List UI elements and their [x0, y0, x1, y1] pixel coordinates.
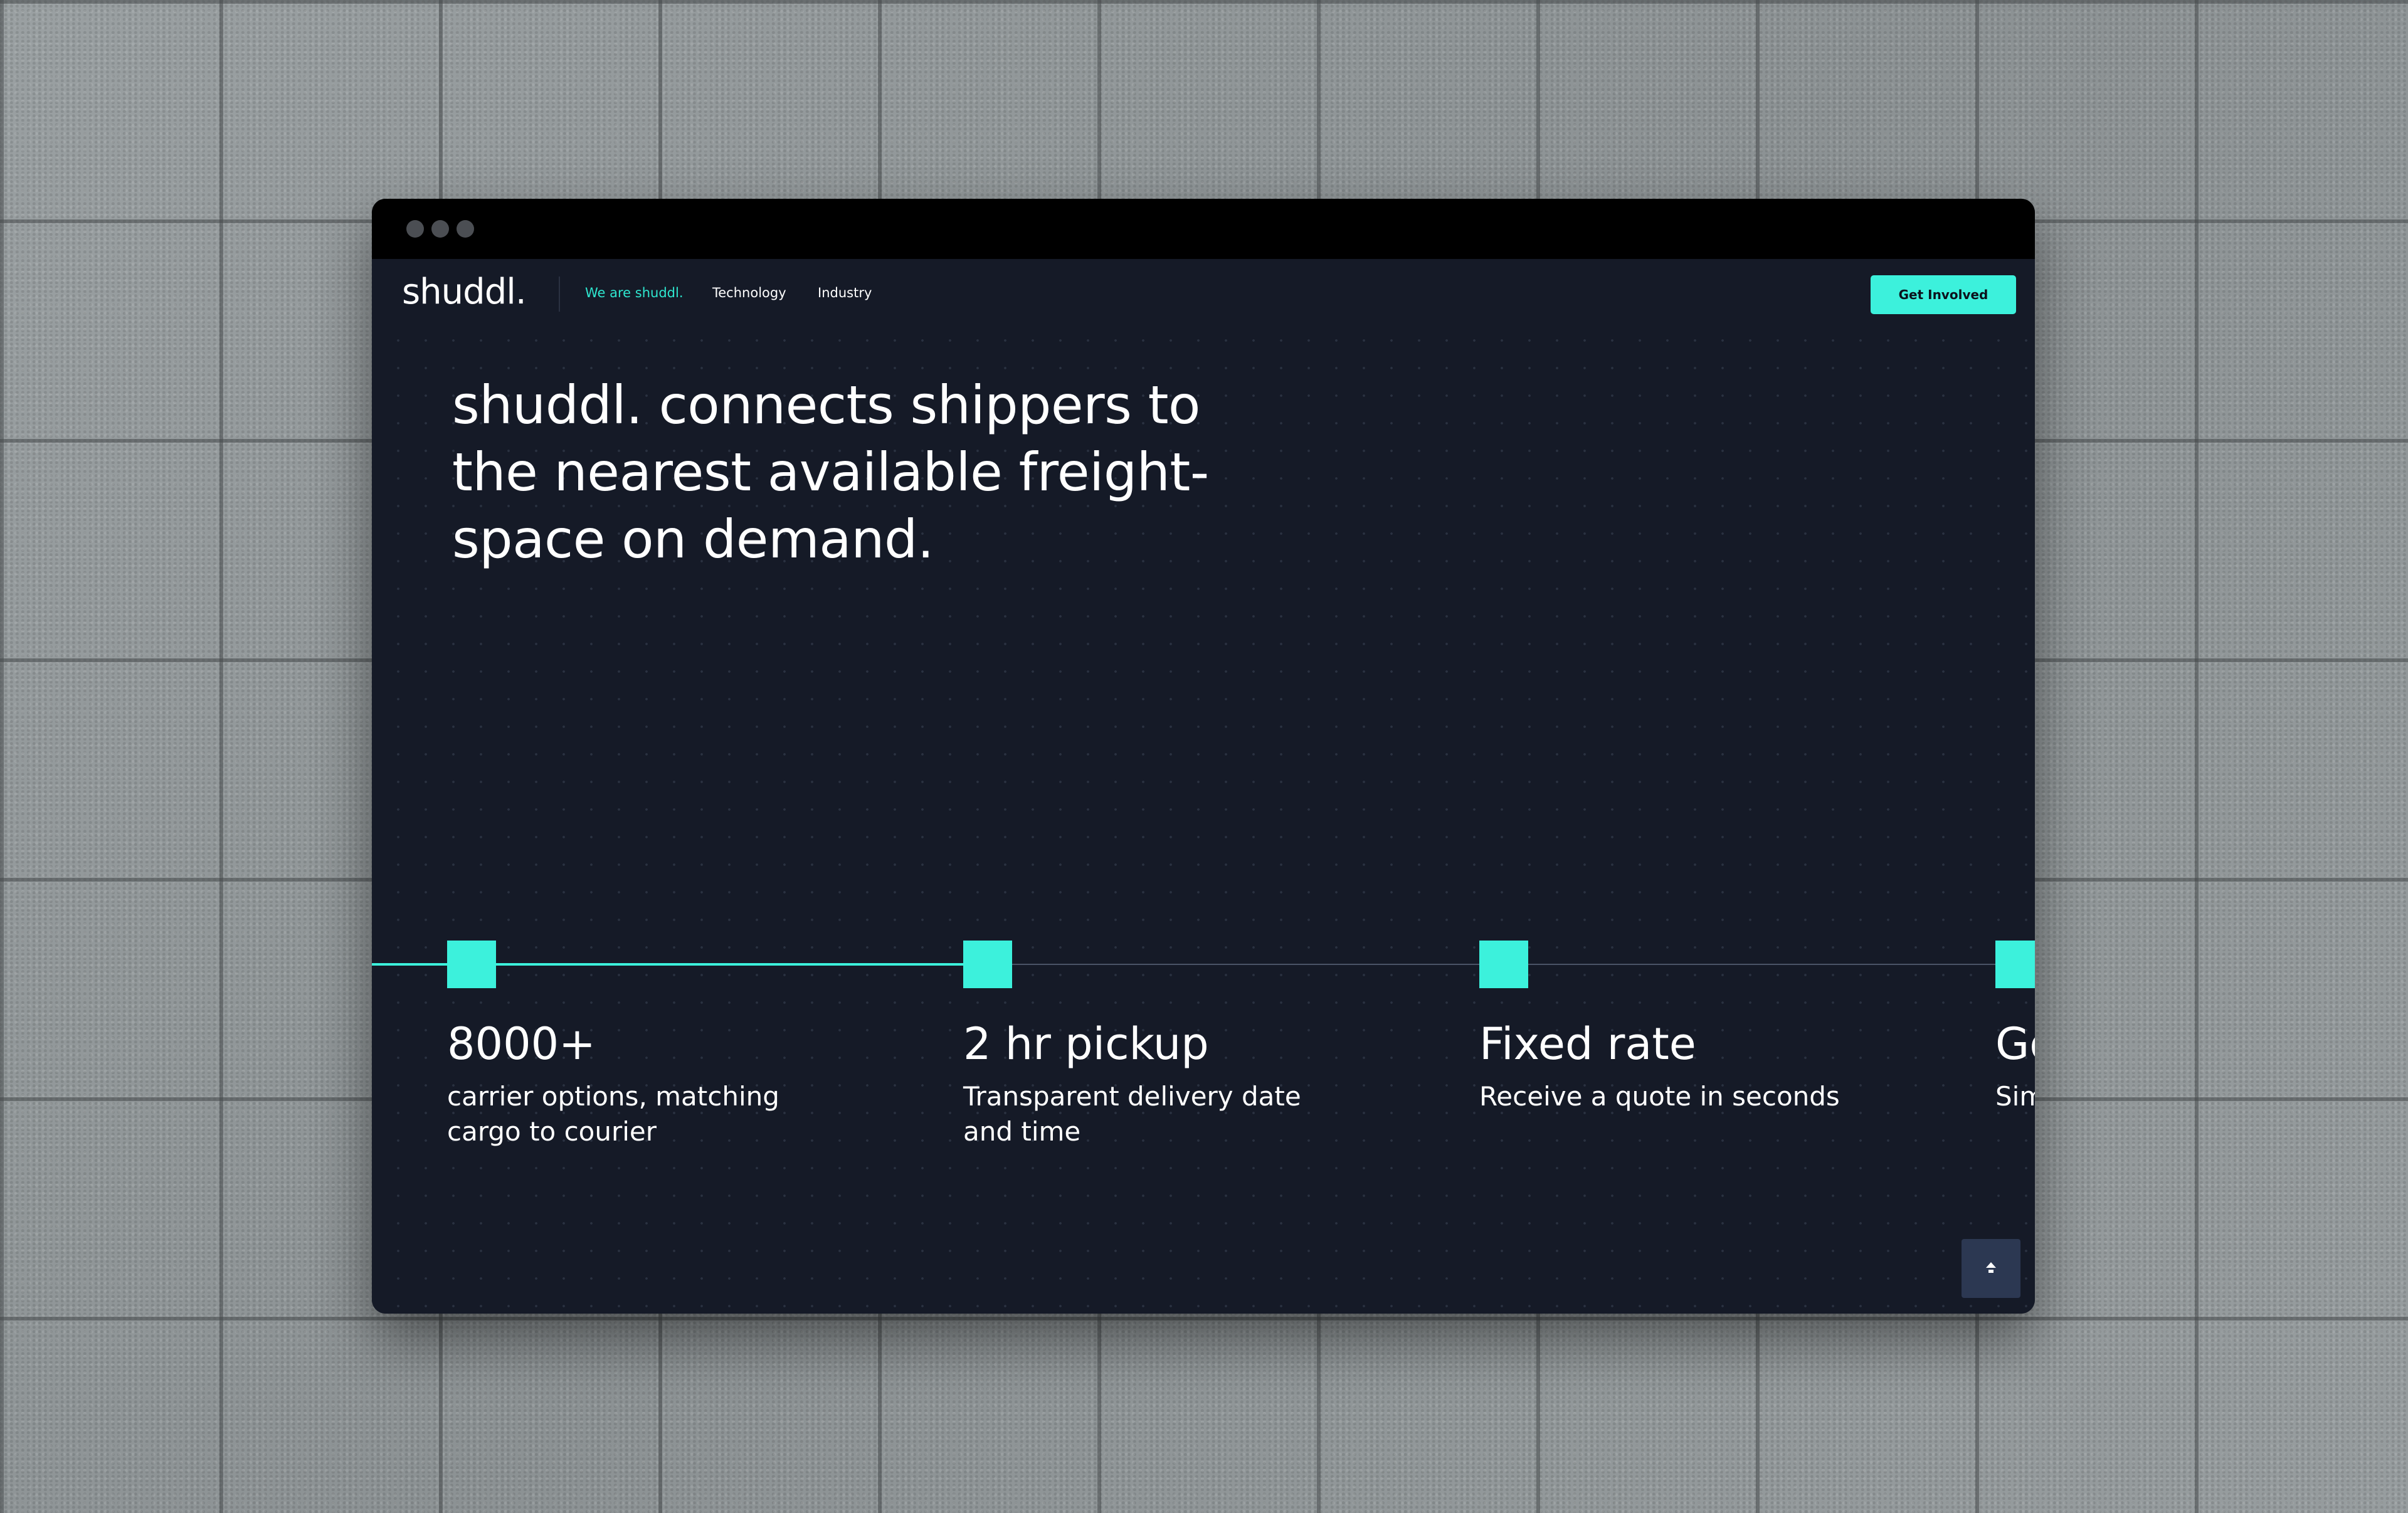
- feature-item: 8000+ carrier options, matching cargo to…: [447, 1018, 886, 1149]
- nav-link-industry[interactable]: Industry: [818, 285, 872, 300]
- window-titlebar: [372, 199, 2035, 259]
- feature-item: 2 hr pickup Transparent delivery date an…: [963, 1018, 1402, 1149]
- browser-window: shuddl. We are shuddl. Technology Indust…: [372, 199, 2035, 1314]
- nav-link-we-are-shuddl[interactable]: We are shuddl.: [585, 285, 684, 300]
- feature-description: carrier options, matching cargo to couri…: [447, 1081, 779, 1147]
- brand-logo[interactable]: shuddl.: [402, 271, 527, 312]
- window-close-dot[interactable]: [406, 220, 424, 238]
- feature-item: Fixed rate Receive a quote in seconds: [1479, 1018, 1918, 1114]
- scroll-to-top-button[interactable]: [1962, 1239, 2020, 1298]
- window-minimize-dot[interactable]: [431, 220, 449, 238]
- feature-title: Fixed rate: [1479, 1018, 1696, 1070]
- feature-item: Go Sim: [1995, 1018, 2035, 1114]
- get-involved-button[interactable]: Get Involved: [1871, 275, 2016, 314]
- page-viewport: shuddl. We are shuddl. Technology Indust…: [372, 259, 2035, 1314]
- nav-link-technology[interactable]: Technology: [712, 285, 786, 300]
- timeline-marker: [1479, 941, 1528, 988]
- feature-title: Go: [1995, 1018, 2035, 1070]
- window-maximize-dot[interactable]: [457, 220, 474, 238]
- timeline-marker: [963, 941, 1012, 988]
- timeline-marker: [1995, 941, 2035, 988]
- timeline-marker: [447, 941, 496, 988]
- hero-headline: shuddl. connects shippers to the nearest…: [452, 374, 1209, 570]
- feature-title: 2 hr pickup: [963, 1018, 1209, 1070]
- feature-title: 8000+: [447, 1018, 596, 1070]
- feature-description: Sim: [1995, 1081, 2035, 1112]
- arrow-up-icon: [1986, 1262, 1996, 1273]
- nav-divider: [559, 277, 560, 312]
- feature-description: Receive a quote in seconds: [1479, 1081, 1840, 1112]
- feature-description: Transparent delivery date and time: [963, 1081, 1301, 1147]
- top-navigation: shuddl. We are shuddl. Technology Indust…: [372, 259, 2035, 333]
